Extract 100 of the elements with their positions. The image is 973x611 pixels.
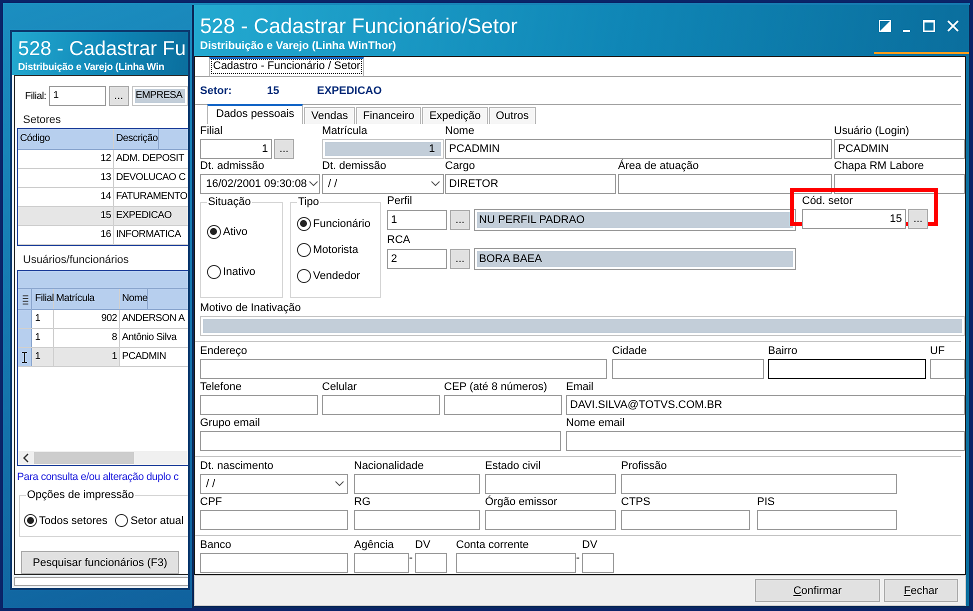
- input-field[interactable]: 1: [200, 138, 272, 159]
- input-field[interactable]: [200, 359, 607, 380]
- table-row[interactable]: 16 INFORMATICA: [18, 226, 188, 245]
- radio-button[interactable]: [297, 268, 311, 283]
- column-header[interactable]: Matrícula: [54, 289, 120, 309]
- chevron-down-icon[interactable]: [335, 481, 344, 488]
- close-button[interactable]: Fechar: [884, 579, 958, 602]
- input-field[interactable]: [322, 395, 440, 416]
- scroll-thumb[interactable]: [34, 452, 134, 464]
- input-field[interactable]: [485, 474, 616, 494]
- radio-option[interactable]: Funcionário: [297, 216, 380, 231]
- table-row[interactable]: 12 ADM. DEPOSIT: [18, 150, 188, 169]
- input-field[interactable]: PCADMIN: [445, 138, 832, 159]
- group-title: Setores: [23, 114, 62, 126]
- field-label: Cód. setor: [802, 194, 854, 209]
- field-label: Perfil: [387, 194, 414, 209]
- radio-option[interactable]: Vendedor: [297, 268, 380, 283]
- table-cell-text: FATURAMENTO: [115, 190, 188, 204]
- tab[interactable]: Financeiro: [356, 106, 422, 124]
- table-cell: 13: [18, 169, 114, 187]
- input-field[interactable]: / /: [322, 174, 444, 194]
- lookup-button[interactable]: ...: [450, 248, 470, 269]
- group-title: Tipo: [297, 194, 320, 209]
- input-field[interactable]: [444, 395, 562, 416]
- row-indicator[interactable]: [18, 348, 32, 366]
- radio-button[interactable]: [24, 514, 37, 527]
- field-label: Matrícula: [322, 124, 368, 139]
- radio-option[interactable]: Todos setores: [24, 514, 108, 527]
- field-label: Cidade: [612, 344, 648, 360]
- input-field[interactable]: [415, 553, 447, 574]
- table-row[interactable]: 15 EXPEDICAO: [18, 207, 188, 226]
- option-label: Vendedor: [313, 270, 360, 282]
- field-label: DV: [414, 538, 432, 554]
- input-field[interactable]: DAVI.SILVA@TOTVS.COM.BR: [566, 395, 965, 416]
- lookup-button[interactable]: ...: [108, 86, 129, 106]
- input-field[interactable]: EMPRESA: [132, 86, 188, 106]
- input-field[interactable]: / /: [200, 474, 348, 494]
- confirm-button[interactable]: Confirmar: [755, 579, 880, 602]
- input-field[interactable]: [621, 474, 897, 494]
- radio-button[interactable]: [297, 216, 311, 231]
- tab[interactable]: Dados pessoais: [207, 104, 304, 124]
- input-field[interactable]: [621, 510, 750, 530]
- scroll-left-icon[interactable]: [22, 453, 30, 463]
- input-field[interactable]: [200, 395, 318, 416]
- column-header[interactable]: Descrição: [114, 129, 159, 149]
- radio-button[interactable]: [207, 224, 221, 239]
- input-field[interactable]: PCADMIN: [834, 138, 965, 159]
- input-field[interactable]: 2: [387, 248, 447, 269]
- table-cell: 12: [18, 150, 114, 168]
- input-field[interactable]: [200, 431, 561, 452]
- input-field[interactable]: [354, 553, 409, 574]
- input-field[interactable]: [618, 174, 832, 194]
- lookup-button[interactable]: ...: [450, 210, 470, 230]
- input-field[interactable]: [930, 359, 965, 380]
- input-field[interactable]: [354, 510, 480, 530]
- lookup-button[interactable]: ...: [908, 208, 928, 229]
- radio-button[interactable]: [207, 264, 221, 279]
- radio-option[interactable]: Ativo: [207, 224, 282, 239]
- input-field[interactable]: 16/02/2001 09:30:08: [200, 174, 320, 194]
- tab[interactable]: Expedição: [422, 106, 488, 124]
- field-label: Filial: [200, 124, 224, 139]
- tab[interactable]: Vendas: [304, 106, 355, 124]
- chevron-down-icon[interactable]: [431, 180, 440, 187]
- radio-option[interactable]: Inativo: [207, 264, 282, 279]
- input-field[interactable]: [456, 553, 576, 574]
- close-icon[interactable]: [947, 20, 959, 32]
- input-field[interactable]: DIRETOR: [445, 174, 616, 194]
- input-field[interactable]: 1: [322, 138, 444, 159]
- horizontal-scrollbar[interactable]: [18, 451, 188, 465]
- input-field[interactable]: 1: [387, 210, 447, 230]
- input-field[interactable]: [200, 553, 348, 574]
- radio-button[interactable]: [115, 514, 128, 527]
- column-header[interactable]: Código: [18, 129, 114, 149]
- tab[interactable]: Cadastro - Funcionário / Setor: [209, 57, 364, 76]
- column-header[interactable]: Filial: [32, 289, 54, 309]
- input-field[interactable]: [200, 510, 348, 530]
- window-subtitle: Distribuição e Varejo (Linha WinThor): [200, 39, 396, 53]
- input-field[interactable]: 15: [802, 208, 906, 229]
- input-field[interactable]: [612, 359, 764, 380]
- radio-option[interactable]: Motorista: [297, 242, 380, 257]
- input-field[interactable]: 1: [49, 86, 106, 106]
- radio-button[interactable]: [297, 242, 311, 257]
- chevron-down-icon[interactable]: [308, 180, 318, 187]
- diagonal-square-icon[interactable]: [879, 20, 891, 32]
- group-title: Usuários/funcionários: [23, 254, 130, 266]
- column-header[interactable]: Nome: [120, 289, 148, 309]
- tab[interactable]: Outros: [488, 106, 536, 124]
- lookup-button[interactable]: ...: [274, 138, 294, 159]
- maximize-icon[interactable]: [923, 20, 935, 32]
- table-cell: 902: [54, 310, 120, 328]
- input-field[interactable]: [354, 474, 480, 494]
- input-field[interactable]: [485, 510, 616, 530]
- input-field[interactable]: [757, 510, 897, 530]
- input-field[interactable]: [582, 553, 614, 574]
- input-field[interactable]: [566, 431, 965, 452]
- text-cursor-icon: [21, 352, 28, 362]
- input-field[interactable]: [768, 359, 926, 380]
- table-row[interactable]: 13 DEVOLUCAO C: [18, 169, 188, 188]
- radio-option[interactable]: Setor atual: [115, 514, 184, 527]
- search-button[interactable]: Pesquisar funcionários (F3): [21, 551, 179, 574]
